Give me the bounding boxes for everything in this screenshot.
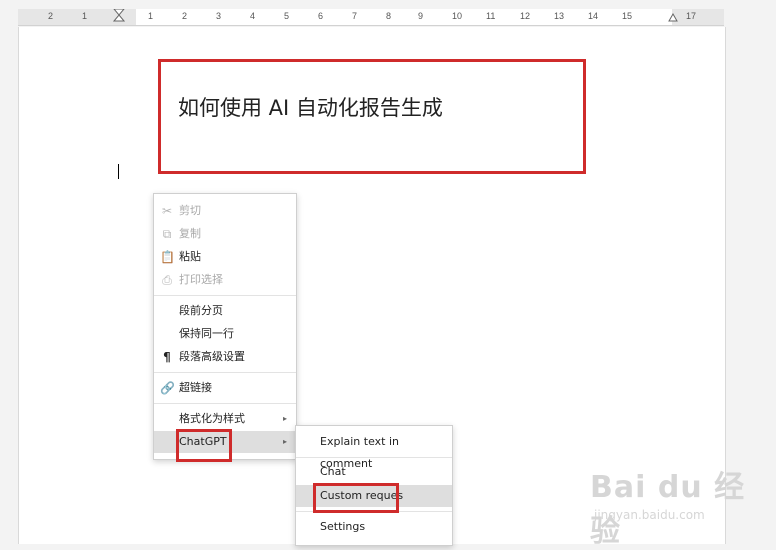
ruler-number: 2	[48, 11, 54, 21]
ruler-number: 5	[284, 11, 290, 21]
menu-item-label: 复制	[179, 227, 201, 240]
ruler-number: 3	[216, 11, 222, 21]
menu-separator	[154, 295, 296, 296]
menu-separator	[154, 403, 296, 404]
submenu-item-label: Chat	[320, 465, 346, 478]
menu-item-label: 超链接	[179, 381, 212, 394]
menu-item-label: 保持同一行	[179, 327, 234, 340]
ruler-number: 8	[386, 11, 392, 21]
ruler-number: 1	[148, 11, 154, 21]
left-indent-marker-icon[interactable]	[113, 9, 125, 25]
paste-icon: 📋	[160, 250, 175, 264]
pilcrow-icon: ¶	[163, 350, 171, 364]
menu-item-paragraph-advanced-settings[interactable]: ¶ 段落高级设置	[154, 346, 296, 368]
menu-item-label: 粘贴	[179, 250, 201, 263]
link-icon: 🔗	[160, 381, 175, 395]
print-icon: ⎙	[162, 273, 172, 287]
ruler-number: 12	[520, 11, 531, 21]
ruler-number: 10	[452, 11, 463, 21]
menu-item-label: ChatGPT	[179, 435, 227, 448]
ruler-number: 1	[82, 11, 88, 21]
ruler-number: 6	[318, 11, 324, 21]
menu-item-print-selection[interactable]: ⎙ 打印选择	[154, 269, 296, 291]
menu-item-label: 段落高级设置	[179, 350, 245, 363]
ruler-number: 2	[182, 11, 188, 21]
menu-item-label: 格式化为样式	[179, 412, 245, 425]
ruler-number: 15	[622, 11, 633, 21]
submenu-item-custom-request[interactable]: Custom reques	[296, 485, 452, 507]
submenu-item-chat[interactable]: Chat	[296, 461, 452, 483]
ruler-number: 17	[686, 11, 697, 21]
menu-item-cut[interactable]: ✂ 剪切	[154, 200, 296, 222]
menu-item-label: 剪切	[179, 204, 201, 217]
submenu-item-label: Custom reques	[320, 489, 404, 502]
menu-separator	[296, 457, 452, 458]
watermark-url: jingyan.baidu.com	[594, 508, 705, 522]
menu-item-keep-lines-together[interactable]: 保持同一行	[154, 323, 296, 345]
submenu-arrow-icon: ▸	[282, 414, 287, 423]
scissors-icon: ✂	[161, 204, 173, 218]
text-cursor	[118, 164, 119, 179]
context-menu: ✂ 剪切 ⧉ 复制 📋 粘贴 ⎙ 打印选择 段前分页 保持同一行 ¶ 段落高级设…	[153, 193, 297, 460]
horizontal-ruler[interactable]: 2 1 1 2 3 4 5 6 7 8 9 10 11 12 13 14 15 …	[18, 9, 724, 26]
menu-item-chatgpt[interactable]: ChatGPT ▸	[154, 431, 296, 453]
ruler-number: 13	[554, 11, 565, 21]
menu-item-page-break-before[interactable]: 段前分页	[154, 300, 296, 322]
menu-item-hyperlink[interactable]: 🔗 超链接	[154, 377, 296, 399]
menu-separator	[154, 372, 296, 373]
menu-item-format-as-style[interactable]: 格式化为样式 ▸	[154, 408, 296, 430]
submenu-arrow-icon: ▸	[282, 437, 287, 446]
menu-item-paste[interactable]: 📋 粘贴	[154, 246, 296, 268]
menu-item-label: 打印选择	[179, 273, 223, 286]
submenu-item-settings[interactable]: Settings	[296, 516, 452, 538]
copy-icon: ⧉	[162, 227, 172, 241]
ruler-number: 9	[418, 11, 424, 21]
menu-separator	[296, 511, 452, 512]
ruler-number: 7	[352, 11, 358, 21]
menu-item-label: 段前分页	[179, 304, 223, 317]
submenu-item-explain-text-in-comment[interactable]: Explain text in comment	[296, 431, 452, 470]
chatgpt-submenu: Explain text in comment Chat Custom requ…	[295, 425, 453, 546]
right-indent-marker-icon[interactable]	[668, 12, 678, 22]
ruler-number: 14	[588, 11, 599, 21]
ruler-number: 11	[486, 11, 496, 21]
baidu-watermark: Bai du 经验 jingyan.baidu.com	[590, 462, 776, 550]
title-highlight-box	[158, 59, 586, 174]
submenu-item-label: Settings	[320, 520, 366, 533]
menu-item-copy[interactable]: ⧉ 复制	[154, 223, 296, 245]
ruler-number: 4	[250, 11, 256, 21]
watermark-brand: Bai du 经验	[590, 470, 746, 549]
